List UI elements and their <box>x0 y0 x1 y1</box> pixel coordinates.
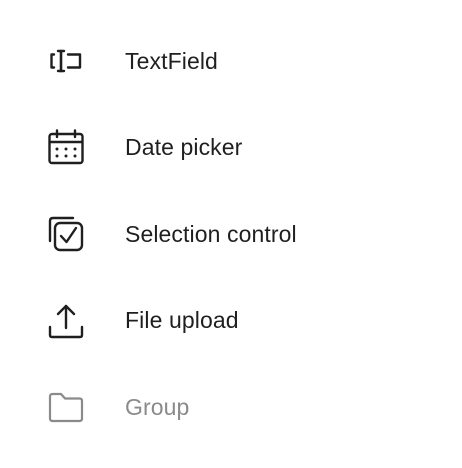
menu-item-label: File upload <box>125 307 239 334</box>
menu-item-textfield[interactable]: TextField <box>0 18 462 105</box>
folder-icon <box>46 387 86 427</box>
calendar-icon <box>46 128 86 168</box>
text-field-icon <box>46 41 86 81</box>
menu-item-label: TextField <box>125 47 218 74</box>
menu-item-label: Group <box>125 393 190 420</box>
upload-icon <box>46 301 86 341</box>
menu-item-label: Date picker <box>125 134 243 161</box>
menu-item-label: Selection control <box>125 220 297 247</box>
menu-item-date-picker[interactable]: Date picker <box>0 105 462 192</box>
menu-item-file-upload[interactable]: File upload <box>0 278 462 365</box>
checkbox-stack-icon <box>46 214 86 254</box>
menu-item-selection-control[interactable]: Selection control <box>0 191 462 278</box>
menu-item-group[interactable]: Group <box>0 364 462 451</box>
component-menu: TextField Date picker Selection control … <box>0 0 462 468</box>
